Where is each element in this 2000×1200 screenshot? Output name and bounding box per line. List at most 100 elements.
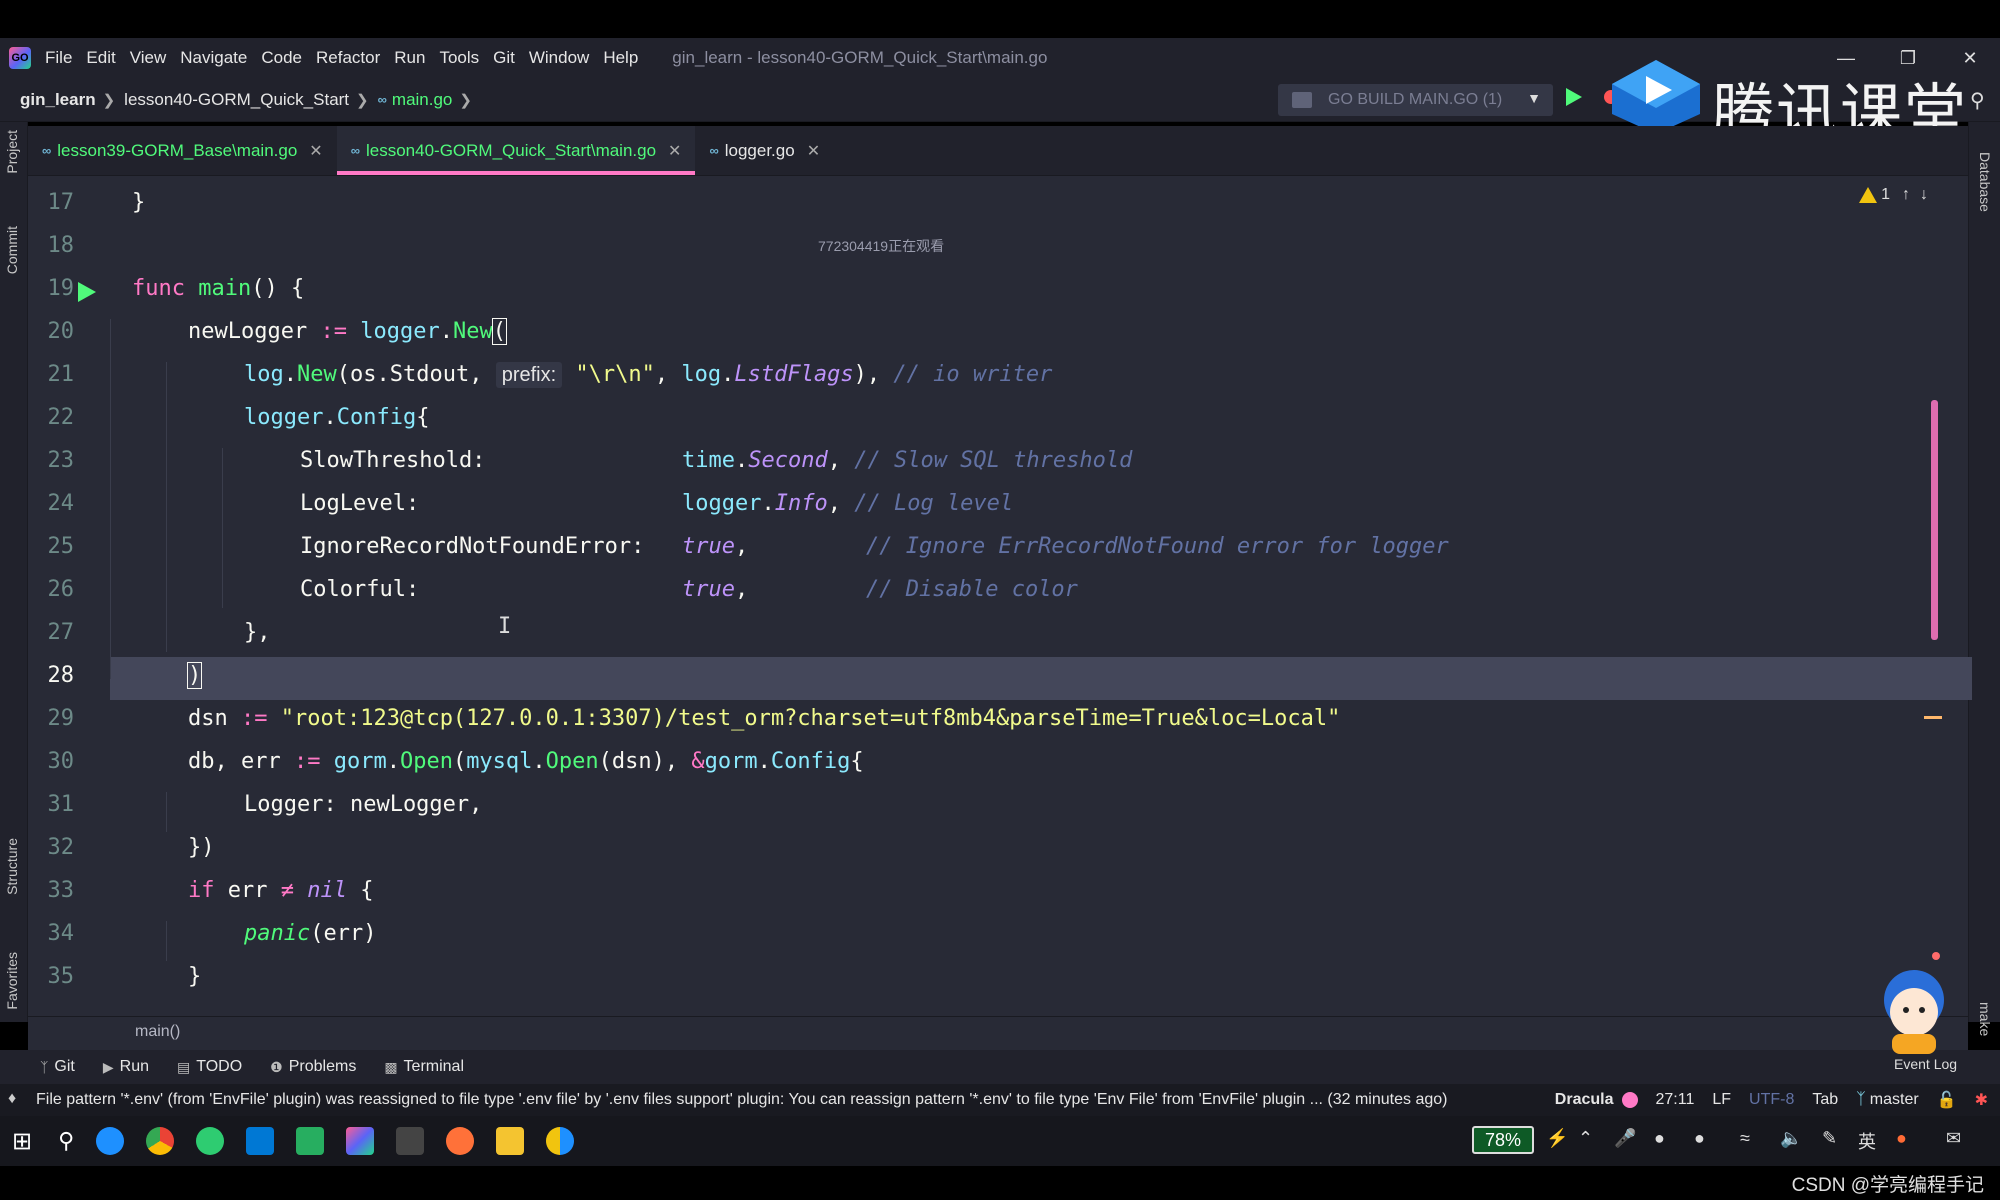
todo-tool-button[interactable]: ▤ TODO [177,1058,242,1076]
project-tool-button[interactable]: Project [4,130,20,174]
run-button[interactable] [1566,88,1582,106]
terminal-taskbar-icon[interactable] [396,1127,425,1155]
terminal-icon: ▩ [384,1058,398,1075]
go-build-icon [1292,92,1312,108]
code-token: db, err [188,749,281,774]
battery-indicator[interactable]: 78% [1472,1126,1534,1154]
code-line-23: SlowThreshold: [300,448,485,473]
menu-edit[interactable]: Edit [86,48,115,68]
menu-code[interactable]: Code [261,48,302,68]
code-line-24: LogLevel: [300,491,419,516]
arrow-down-icon[interactable]: ↓ [1920,186,1928,204]
lock-icon[interactable]: 🔓 [1937,1090,1957,1110]
file-explorer-icon[interactable] [496,1127,525,1155]
editor-scrollbar-thumb[interactable] [1931,400,1938,640]
code-token: LogLevel: [300,491,420,516]
database-tool-button[interactable]: Database [1977,152,1993,212]
tab-label: lesson40-GORM_Quick_Start\main.go [365,140,657,160]
edge-browser-icon[interactable] [96,1127,125,1155]
run-main-gutter-icon[interactable] [78,282,96,302]
menu-refactor[interactable]: Refactor [316,48,380,68]
firefox-icon[interactable] [446,1127,475,1155]
volume-icon[interactable]: 🔈 [1780,1128,1802,1149]
tencent-classroom-logo [1612,60,1700,134]
microphone-icon[interactable]: 🎤 [1614,1128,1636,1149]
tab-lesson39-main[interactable]: ∞ lesson39-GORM_Base\main.go ✕ [28,126,337,175]
problems-tool-button[interactable]: ❶ Problems [270,1058,356,1076]
menu-tools[interactable]: Tools [439,48,479,68]
go-file-icon: ∞ [377,92,387,107]
input-method-label[interactable]: 英 [1858,1128,1876,1154]
close-icon[interactable]: ✕ [309,141,322,161]
goland-taskbar-icon[interactable] [346,1127,375,1155]
status-widgets: Dracula 27:11 LF UTF-8 Tab ᛉ master 🔓 ✱ [1537,1084,1988,1116]
network-app-icon[interactable]: ● [1694,1128,1705,1149]
git-tool-button[interactable]: ᛉ Git [40,1058,75,1076]
code-string: "root:123@tcp(127.0.0.1:3307)/test_orm?c… [280,706,1341,731]
line-number: 28 [47,663,75,688]
line-number: 20 [47,319,75,344]
code-line-26: Colorful: [300,577,419,602]
code-token: main [198,276,252,301]
theme-label[interactable]: Dracula [1555,1091,1614,1109]
error-stripe-marker[interactable] [1924,716,1942,719]
file-encoding[interactable]: UTF-8 [1749,1091,1794,1109]
make-tool-button[interactable]: make [1977,1002,1993,1036]
code-token: } [188,964,202,989]
code-line-31: Logger: newLogger, [244,792,482,817]
tab-lesson40-main[interactable]: ∞ lesson40-GORM_Quick_Start\main.go ✕ [336,126,696,175]
search-icon[interactable]: ⚲ [1970,88,1985,113]
menu-help[interactable]: Help [603,48,638,68]
menu-view[interactable]: View [130,48,167,68]
run-tool-button[interactable]: ▶ Run [103,1058,149,1076]
close-icon[interactable]: ✕ [668,141,681,161]
close-icon[interactable]: ✕ [807,141,820,161]
indent-guide [166,792,167,832]
favorites-tool-button[interactable]: Favorites [4,952,20,1010]
pen-icon[interactable]: ✎ [1822,1128,1837,1149]
code-token: }, [244,620,271,645]
menu-navigate[interactable]: Navigate [180,48,247,68]
commit-tool-button[interactable]: Commit [4,226,20,274]
status-message[interactable]: File pattern '*.env' (from 'EnvFile' plu… [36,1091,1447,1109]
bug-icon[interactable]: ✱ [1975,1090,1988,1110]
indent-style[interactable]: Tab [1812,1091,1838,1109]
inspection-warnings[interactable]: 1 ↑ ↓ [1859,186,1928,204]
notification-icon[interactable]: ♦ [8,1090,16,1108]
event-log-button[interactable]: Event Log [1894,1056,1957,1072]
arrow-up-icon[interactable]: ↑ [1902,186,1910,204]
windows-start-icon[interactable]: ⊞ [12,1127,32,1156]
code-breadcrumb-function[interactable]: main() [135,1023,180,1041]
app-tray-icon[interactable]: ● [1896,1128,1907,1149]
breadcrumb-file[interactable]: main.go [392,90,452,110]
menu-file[interactable]: File [45,48,72,68]
menu-run[interactable]: Run [394,48,425,68]
code-editor[interactable]: 17 18 19 20 21 22 23 24 25 26 27 28 29 3… [28,176,1972,1016]
chevron-up-icon[interactable]: ⌃ [1578,1128,1593,1149]
chrome-icon[interactable] [146,1127,175,1155]
vscode-icon[interactable] [246,1127,275,1155]
tab-logger[interactable]: ∞ logger.go ✕ [695,126,834,175]
wifi-icon[interactable]: ≈ [1740,1128,1750,1149]
search-icon[interactable]: ⚲ [58,1128,74,1154]
breadcrumb-project[interactable]: gin_learn [20,90,96,110]
menu-window[interactable]: Window [529,48,589,68]
menu-git[interactable]: Git [493,48,515,68]
goland-app-icon[interactable]: GO [9,47,31,69]
run-configuration-dropdown[interactable]: GO BUILD MAIN.GO (1) ▼ [1278,84,1553,116]
line-separator[interactable]: LF [1712,1091,1731,1109]
structure-tool-button[interactable]: Structure [4,838,20,895]
notifications-icon[interactable]: ✉ [1946,1128,1961,1149]
terminal-tool-button[interactable]: ▩ Terminal [384,1058,464,1076]
line-number: 23 [47,448,75,473]
code-token: LstdFlags [734,362,854,387]
breadcrumb-folder[interactable]: lesson40-GORM_Quick_Start [124,90,349,110]
left-tool-strip: Project Commit Structure Favorites [0,122,28,1022]
app-tray-icon[interactable]: ● [1654,1128,1665,1149]
app-icon[interactable] [196,1127,225,1155]
app-icon[interactable] [546,1127,575,1155]
caret-position[interactable]: 27:11 [1656,1091,1695,1109]
app-icon[interactable] [296,1127,325,1155]
git-branch[interactable]: master [1870,1091,1919,1109]
mascot-sticker [1884,952,1944,1054]
